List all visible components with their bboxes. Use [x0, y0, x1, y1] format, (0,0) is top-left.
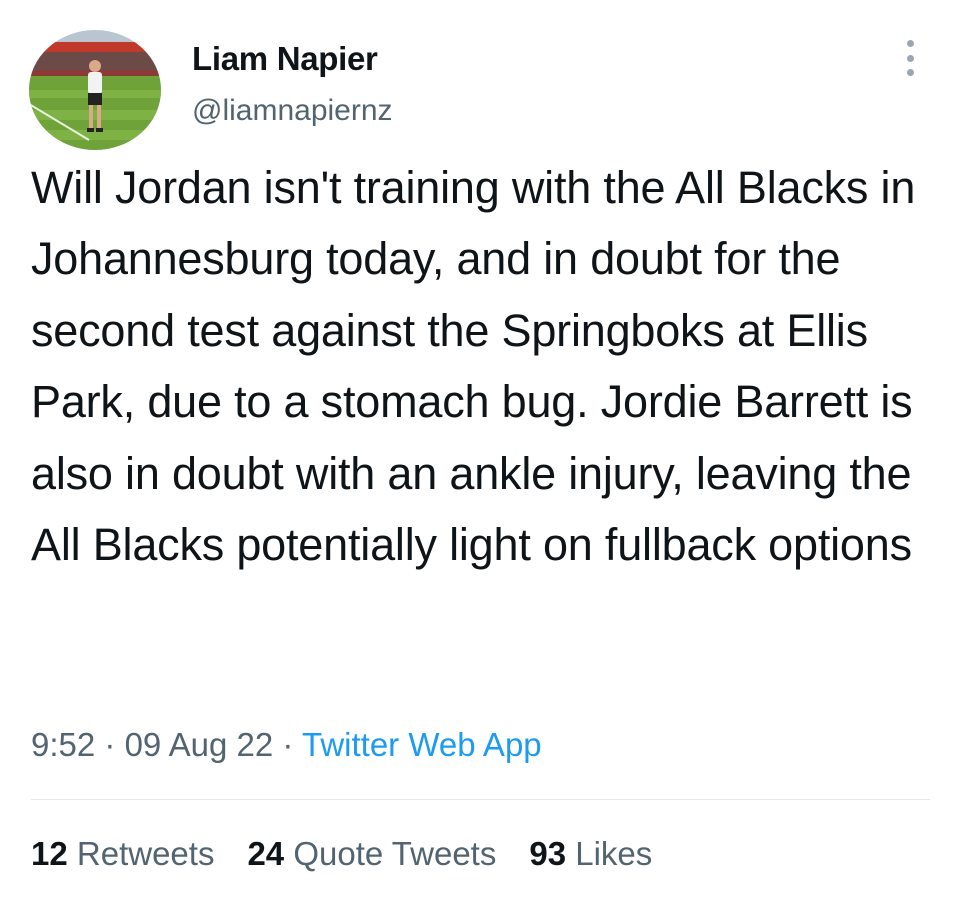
- quote-tweets-label: Quote Tweets: [293, 835, 497, 872]
- meta-separator: ·: [282, 726, 294, 763]
- more-vertical-icon[interactable]: [896, 40, 924, 76]
- likes-stat[interactable]: 93 Likes: [529, 835, 652, 873]
- tweet-stats: 12 Retweets 24 Quote Tweets 93 Likes: [31, 835, 685, 873]
- more-dot: [906, 40, 914, 47]
- tweet-date[interactable]: 09 Aug 22: [125, 726, 274, 763]
- retweets-stat[interactable]: 12 Retweets: [31, 835, 214, 873]
- avatar[interactable]: [29, 30, 161, 150]
- quote-tweets-count: 24: [247, 835, 285, 872]
- retweets-count: 12: [31, 835, 68, 872]
- author-handle[interactable]: @liamnapiernz: [192, 94, 393, 128]
- quote-tweets-stat[interactable]: 24 Quote Tweets: [247, 835, 496, 873]
- retweets-label: Retweets: [76, 835, 215, 872]
- divider: [31, 799, 930, 800]
- more-dot: [906, 69, 914, 76]
- tweet-meta: 9:52 · 09 Aug 22 · Twitter Web App: [31, 726, 542, 764]
- likes-label: Likes: [575, 835, 653, 872]
- tweet-source-link[interactable]: Twitter Web App: [302, 726, 542, 763]
- tweet-text: Will Jordan isn't training with the All …: [31, 162, 916, 571]
- author-display-name[interactable]: Liam Napier: [192, 40, 378, 78]
- more-dot: [906, 54, 914, 62]
- tweet-card: Liam Napier @liamnapiernz Will Jordan is…: [0, 0, 960, 902]
- likes-count: 93: [529, 835, 567, 872]
- meta-separator: ·: [104, 726, 116, 763]
- tweet-time[interactable]: 9:52: [31, 726, 95, 763]
- avatar-image: [29, 30, 161, 150]
